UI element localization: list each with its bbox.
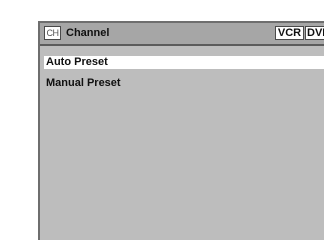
osd-menu-panel: CH Channel VCR DVD Auto Preset Manual Pr… [38,21,324,240]
menu-item-auto-preset[interactable]: Auto Preset [44,56,324,69]
menu-item-manual-preset[interactable]: Manual Preset [44,77,324,90]
channel-icon: CH [44,26,61,40]
menu-header: CH Channel VCR DVD [40,23,324,46]
mode-tab-dvd[interactable]: DVD [305,26,324,40]
menu-title: Channel [66,27,110,39]
screen: CH Channel VCR DVD Auto Preset Manual Pr… [0,0,324,240]
mode-tab-vcr[interactable]: VCR [275,26,304,40]
